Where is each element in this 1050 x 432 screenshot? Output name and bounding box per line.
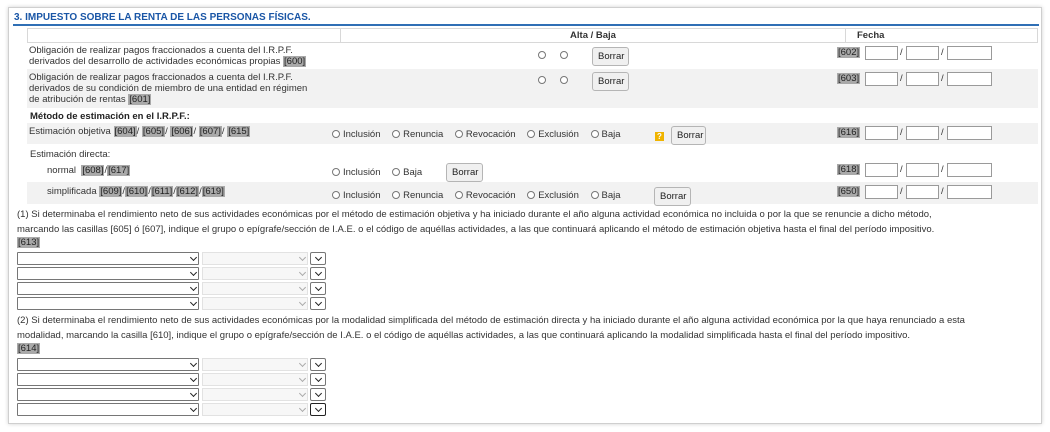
borrar-button-simplificada[interactable]: Borrar bbox=[654, 187, 691, 206]
code-605: [605] bbox=[141, 126, 166, 137]
code-614: [614] bbox=[17, 343, 41, 354]
simplificada-renuncia-option[interactable]: Renuncia bbox=[392, 190, 443, 201]
simplificada-exclusion-option[interactable]: Exclusión bbox=[527, 190, 579, 201]
table-header: Alta / Baja Fecha bbox=[27, 28, 1038, 43]
date-day-602[interactable] bbox=[865, 46, 898, 60]
grupo-select-3[interactable] bbox=[17, 282, 199, 295]
objetiva-inclusion-option[interactable]: Inclusión bbox=[332, 129, 381, 140]
code-select-2[interactable] bbox=[310, 267, 326, 280]
code-602: [602] bbox=[837, 47, 861, 58]
date-day-650[interactable] bbox=[865, 185, 898, 199]
date-month-603[interactable] bbox=[906, 72, 939, 86]
simplificada-options: Inclusión Renuncia Revocación Exclusión … bbox=[332, 190, 630, 202]
grupo-select-4[interactable] bbox=[17, 297, 199, 310]
code-619: [619] bbox=[201, 186, 225, 197]
code-607: [607] bbox=[198, 126, 222, 137]
alta-radio-601[interactable] bbox=[538, 76, 546, 84]
epigrafe-select-4[interactable] bbox=[202, 297, 308, 310]
date-day-616[interactable] bbox=[865, 126, 898, 140]
row-601-label: Obligación de realizar pagos fraccionado… bbox=[29, 72, 308, 105]
code-612: [612] bbox=[175, 186, 200, 197]
date-year-618[interactable] bbox=[947, 163, 992, 177]
epigrafe-select-8[interactable] bbox=[202, 403, 308, 416]
code-616: [616] bbox=[837, 127, 861, 138]
epigrafe-select-1[interactable] bbox=[202, 252, 308, 265]
baja-radio-601[interactable] bbox=[560, 76, 568, 84]
date-month-602[interactable] bbox=[906, 46, 939, 60]
grupo-select-2[interactable] bbox=[17, 267, 199, 280]
date-day-603[interactable] bbox=[865, 72, 898, 86]
date-day-618[interactable] bbox=[865, 163, 898, 177]
code-650: [650] bbox=[837, 186, 861, 197]
help-icon[interactable]: ? bbox=[655, 132, 664, 141]
borrar-button-601[interactable]: Borrar bbox=[592, 72, 629, 91]
code-select-4[interactable] bbox=[310, 297, 326, 310]
borrar-button-600[interactable]: Borrar bbox=[592, 47, 629, 66]
code-611: [611] bbox=[150, 186, 174, 197]
code-617: [617] bbox=[107, 165, 131, 176]
normal-baja-option[interactable]: Baja bbox=[392, 167, 422, 178]
epigrafe-select-7[interactable] bbox=[202, 388, 308, 401]
date-year-603[interactable] bbox=[947, 72, 992, 86]
grupo-select-7[interactable] bbox=[17, 388, 199, 401]
objetiva-exclusion-option[interactable]: Exclusión bbox=[527, 129, 579, 140]
code-606: [606] bbox=[170, 126, 194, 137]
date-year-602[interactable] bbox=[947, 46, 992, 60]
code-600: [600] bbox=[283, 56, 307, 67]
code-604: [604] bbox=[113, 126, 137, 137]
row-600-label: Obligación de realizar pagos fraccionado… bbox=[29, 45, 307, 67]
grupo-select-6[interactable] bbox=[17, 373, 199, 386]
simplificada-inclusion-option[interactable]: Inclusión bbox=[332, 190, 381, 201]
code-select-5[interactable] bbox=[310, 358, 326, 371]
estimacion-directa-title: Estimación directa: bbox=[30, 149, 111, 160]
baja-radio-600[interactable] bbox=[560, 51, 568, 59]
borrar-button-objetiva[interactable]: Borrar bbox=[671, 126, 706, 145]
code-613: [613] bbox=[17, 237, 41, 248]
grupo-select-8[interactable] bbox=[17, 403, 199, 416]
epigrafe-select-2[interactable] bbox=[202, 267, 308, 280]
code-select-8[interactable] bbox=[310, 403, 326, 416]
metodo-title: Método de estimación en el I.R.P.F.: bbox=[30, 111, 190, 122]
date-month-650[interactable] bbox=[906, 185, 939, 199]
date-year-616[interactable] bbox=[947, 126, 992, 140]
code-select-3[interactable] bbox=[310, 282, 326, 295]
code-select-6[interactable] bbox=[310, 373, 326, 386]
code-618: [618] bbox=[837, 164, 861, 175]
normal-inclusion-option[interactable]: Inclusión bbox=[332, 167, 381, 178]
note-2: (2) Si determinaba el rendimiento neto d… bbox=[17, 315, 965, 354]
normal-options: Inclusión Baja bbox=[332, 167, 431, 179]
alta-baja-header: Alta / Baja bbox=[341, 29, 846, 42]
borrar-button-normal[interactable]: Borrar bbox=[446, 163, 483, 182]
irpf-section: 3. IMPUESTO SOBRE LA RENTA DE LAS PERSON… bbox=[8, 7, 1042, 424]
grupo-select-5[interactable] bbox=[17, 358, 199, 371]
code-609: [609] bbox=[99, 186, 123, 197]
epigrafe-select-3[interactable] bbox=[202, 282, 308, 295]
fecha-header: Fecha bbox=[857, 30, 885, 41]
simplificada-revocacion-option[interactable]: Revocación bbox=[454, 190, 516, 201]
date-year-650[interactable] bbox=[947, 185, 992, 199]
code-608: [608] bbox=[81, 165, 105, 176]
epigrafe-select-6[interactable] bbox=[202, 373, 308, 386]
code-603: [603] bbox=[837, 73, 861, 84]
directa-simplificada-label: simplificada [609]/[610]/[611]/[612]/[61… bbox=[47, 186, 225, 197]
code-615: [615] bbox=[227, 126, 251, 137]
section-title: 3. IMPUESTO SOBRE LA RENTA DE LAS PERSON… bbox=[13, 11, 1039, 26]
code-select-7[interactable] bbox=[310, 388, 326, 401]
objetiva-revocacion-option[interactable]: Revocación bbox=[454, 129, 516, 140]
note-1: (1) Si determinaba el rendimiento neto d… bbox=[17, 209, 935, 248]
objetiva-options: Inclusión Renuncia Revocación Exclusión … bbox=[332, 129, 630, 141]
code-610: [610] bbox=[125, 186, 149, 197]
date-month-618[interactable] bbox=[906, 163, 939, 177]
estimacion-objetiva-label: Estimación objetiva [604]/ [605]/ [606]/… bbox=[29, 126, 251, 137]
directa-normal-label: normal [608]/[617] bbox=[47, 165, 131, 176]
code-601: [601] bbox=[128, 94, 152, 105]
objetiva-renuncia-option[interactable]: Renuncia bbox=[392, 129, 443, 140]
objetiva-baja-option[interactable]: Baja bbox=[590, 129, 621, 140]
code-select-1[interactable] bbox=[310, 252, 326, 265]
simplificada-baja-option[interactable]: Baja bbox=[590, 190, 621, 201]
epigrafe-select-5[interactable] bbox=[202, 358, 308, 371]
grupo-select-1[interactable] bbox=[17, 252, 199, 265]
alta-radio-600[interactable] bbox=[538, 51, 546, 59]
date-month-616[interactable] bbox=[906, 126, 939, 140]
